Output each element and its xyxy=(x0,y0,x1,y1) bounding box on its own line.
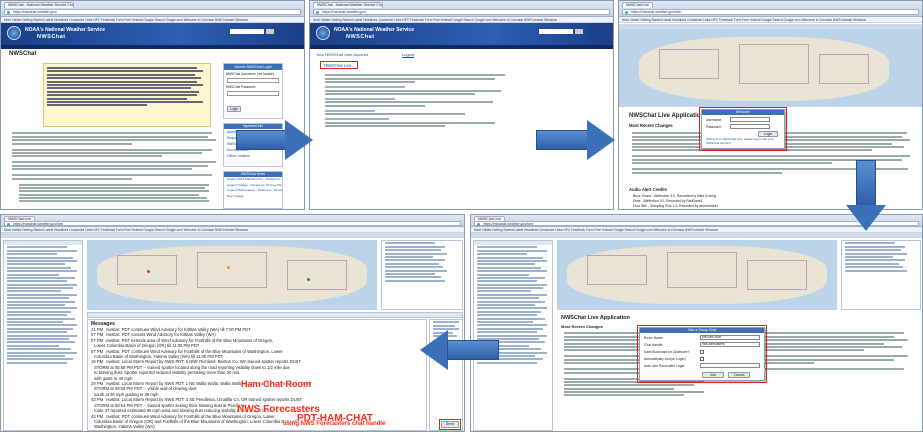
address-bar[interactable]: https://nwschat.weather.gov/ xyxy=(313,9,610,15)
message-text: Columbia Basin of Oregon (OR) and Foothi… xyxy=(94,418,297,424)
screenshot-account-page: NWSChat - National Weather Service Chat … xyxy=(309,0,614,210)
recent-changes-heading: Most Recent Changes xyxy=(561,324,603,329)
audio-credits-heading: Audio Alert Credits xyxy=(629,187,668,192)
app-title: NWSChat Live Application xyxy=(561,315,630,321)
search-input[interactable] xyxy=(230,29,264,34)
browser-chrome: NWSChat - National Weather Service Chat … xyxy=(310,1,613,17)
password-label: NWSChat Password: xyxy=(226,85,256,89)
message-text: nwsbot: PDT cancels Wind Advisory for Ki… xyxy=(106,332,216,338)
password-input[interactable] xyxy=(227,91,279,96)
legend-panel xyxy=(381,240,463,310)
message-time: 29 PM xyxy=(91,381,104,387)
screenshot-join-room: NWSChat Live https://nwschat.weather.gov… xyxy=(470,214,923,432)
screenshot-chat-room: NWSChat Live https://nwschat.weather.gov… xyxy=(0,214,465,432)
news-item[interactable]: Day Outage xyxy=(224,194,282,200)
message-text: Lower Columbia Basin of Oregon (OR) till… xyxy=(94,343,200,349)
body-text xyxy=(9,131,216,204)
highlight-login-dialog xyxy=(699,107,787,151)
usage-notice-box xyxy=(43,63,211,127)
message-time: 42 PM xyxy=(91,413,104,419)
browser-tab[interactable]: NWSChat - National Weather Service Chat xyxy=(313,2,383,8)
overlay-handle-desc: using NWS Forecasters chat handle xyxy=(283,421,386,427)
banner-org: NOAA's National Weather Service xyxy=(334,27,415,33)
message-text: STORM at 08:54 PM PDT -- trained spotter… xyxy=(94,402,247,408)
noaa-logo-icon xyxy=(316,26,330,40)
message-text: to blowing dust. Spotter reported reduce… xyxy=(94,370,241,376)
app-title: NWSChat Live Application xyxy=(629,113,705,119)
app-toolbar xyxy=(1,233,464,238)
bookmarks-bar: Most Visited Getting Started Latest Head… xyxy=(619,17,922,23)
highlight-join-dialog xyxy=(637,325,767,383)
roster-panel xyxy=(3,240,83,431)
flow-arrow-right-1 xyxy=(236,120,314,160)
search-button[interactable] xyxy=(266,29,274,34)
message-time: 07 PM xyxy=(91,337,104,343)
message-time: 43 PM xyxy=(91,397,104,403)
message-text: nwsbot: Local Storm Report by NWS PDT: 3… xyxy=(106,397,303,403)
news-box: NWSChat News August 2015 Maintenance - P… xyxy=(223,171,283,209)
username-label: NWSChat Username (not handle): xyxy=(226,72,275,76)
highlight-live-link xyxy=(320,61,358,69)
banner-product: NWSChat xyxy=(346,34,375,40)
screenshot-login-page: NWSChat - National Weather Service Chat … xyxy=(0,0,305,210)
address-bar[interactable]: https://nwschat.weather.gov/live/ xyxy=(4,221,461,226)
address-bar[interactable]: https://nwschat.weather.gov/ xyxy=(4,9,301,15)
message-text: Columbia Basin of Washington, Yakima Val… xyxy=(94,354,224,360)
search-button[interactable] xyxy=(575,29,583,34)
login-button[interactable]: Login xyxy=(227,106,241,112)
message-time: 07 PM xyxy=(91,332,104,338)
nws-banner: NOAA's National Weather Service NWSChat xyxy=(1,23,304,45)
banner-product: NWSChat xyxy=(37,34,66,40)
message-text: south at 30 mph gusting to 39 mph xyxy=(94,391,159,397)
message-text: nwsbot: Local Storm Report by NWS PDT: 5… xyxy=(106,359,301,365)
message-text: STORM at 08:58 PM PDT -- trained spotter… xyxy=(94,364,290,370)
page-title: NWSChat xyxy=(9,51,37,57)
account-heading: Your NWSChat User Account xyxy=(316,52,368,57)
search-input[interactable] xyxy=(539,29,573,34)
credit-item: Door Bell - Sampling Plus 1.0, Recorded … xyxy=(633,204,719,208)
message-text: nwsbot: PDT continues Wind Advisory for … xyxy=(106,348,283,354)
news-item[interactable]: August Maintenance - Posted on: 15 Aug 2… xyxy=(224,188,282,194)
account-options-list xyxy=(322,73,512,128)
browser-tab[interactable]: NWSChat - National Weather Service Chat xyxy=(4,2,74,8)
banner-org: NOAA's National Weather Service xyxy=(25,27,106,33)
logout-link[interactable]: Logout xyxy=(402,52,414,57)
news-item[interactable]: August 2015 Maintenance - Posted on: 17 … xyxy=(224,177,282,183)
chat-tab-bar[interactable] xyxy=(87,312,463,318)
recent-changes-heading: Most Recent Changes xyxy=(629,123,673,128)
legend-panel xyxy=(841,240,921,310)
flow-arrow-left xyxy=(420,330,500,370)
message-text: Washington, Yakima Valley (WA) xyxy=(94,424,155,430)
highlight-send-button xyxy=(439,419,461,430)
radar-map[interactable] xyxy=(87,240,377,310)
browser-chrome: NWSChat - National Weather Service Chat … xyxy=(1,1,304,17)
message-text: with gusts to 40 mph xyxy=(94,375,133,381)
flow-arrow-right-2 xyxy=(536,120,616,160)
app-toolbar xyxy=(471,233,922,238)
message-text: nwsbot: PDT extends area of Wind Advisor… xyxy=(106,337,274,343)
nws-banner: NOAA's National Weather Service NWSChat xyxy=(310,23,613,45)
flow-arrow-down xyxy=(846,160,886,232)
credit-item: Dixie - Attribution 3.0, Recorded by Rad… xyxy=(633,199,703,203)
message-time: 21 PM xyxy=(91,327,104,332)
noaa-logo-icon xyxy=(7,26,21,40)
address-bar[interactable]: https://nwschat.weather.gov/live/ xyxy=(622,9,919,15)
message-text: STORM at 09:03 PM PDT -- visible wall of… xyxy=(94,386,197,392)
radar-map[interactable] xyxy=(619,29,922,107)
sub-nav xyxy=(310,45,613,49)
credit-item: Buzz Sound - Attribution 3.0, Recorded b… xyxy=(633,194,716,198)
browser-tab[interactable]: NWSChat Live xyxy=(622,2,653,8)
message-time: 16 PM xyxy=(91,359,104,365)
sub-nav xyxy=(1,45,304,49)
login-box: Access NWSChat Login NWSChat Username (n… xyxy=(223,63,283,119)
radar-map[interactable] xyxy=(557,240,837,310)
browser-chrome: NWSChat Live https://nwschat.weather.gov… xyxy=(619,1,922,17)
message-time: 07 PM xyxy=(91,348,104,354)
browser-chrome: NWSChat Live https://nwschat.weather.gov… xyxy=(1,215,464,227)
overlay-ham-chat-room: Ham Chat Room xyxy=(241,379,312,389)
message-text: nwsbot: PDT continues Wind Advisory for … xyxy=(106,327,251,332)
